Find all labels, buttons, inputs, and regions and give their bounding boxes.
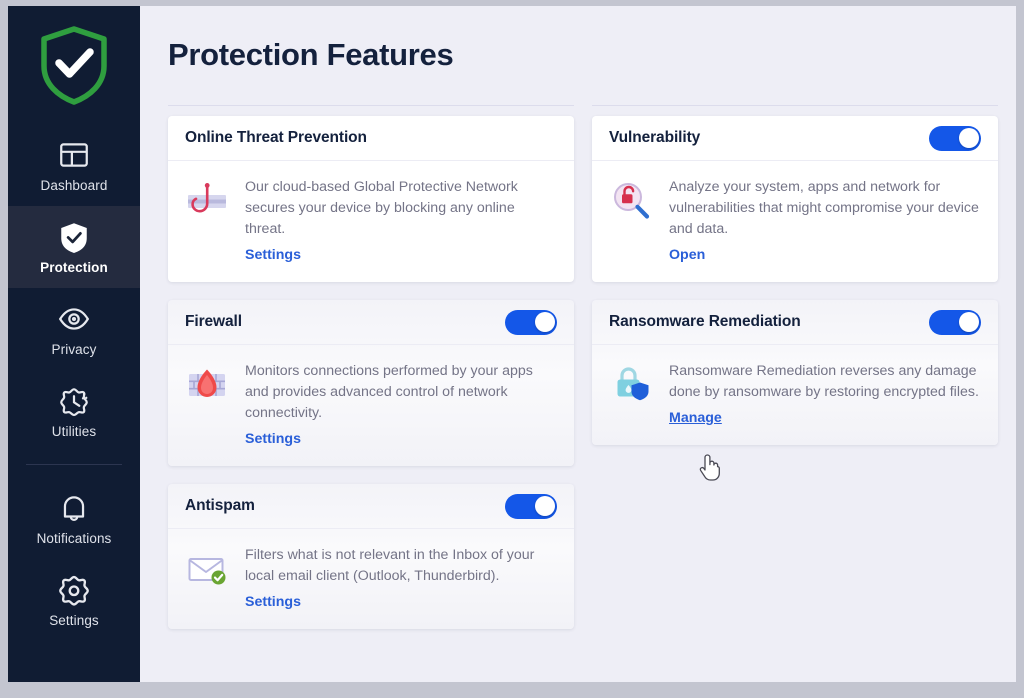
shield-check-icon <box>61 222 87 253</box>
toggle-knob <box>534 312 555 333</box>
feature-card-title: Online Threat Prevention <box>185 129 367 147</box>
feature-card-text: Monitors connections performed by your a… <box>245 361 557 448</box>
toggle-knob <box>958 312 979 333</box>
feature-action-link[interactable]: Settings <box>245 594 301 610</box>
brand-logo <box>8 6 140 124</box>
feature-card-text: Analyze your system, apps and network fo… <box>669 177 981 264</box>
eye-icon <box>58 308 90 330</box>
gear-clock-icon <box>60 387 88 416</box>
bell-icon <box>63 496 85 521</box>
main-content: Protection Features Online Threat Preven… <box>140 6 1016 682</box>
feature-description: Analyze your system, apps and network fo… <box>669 179 979 238</box>
column-rule <box>592 105 998 107</box>
application-window: Dashboard Protection Privacy Utilities N… <box>8 6 1016 682</box>
sidebar-item-label: Dashboard <box>40 177 108 193</box>
padlock-shield-icon <box>617 367 649 401</box>
feature-action-link[interactable]: Open <box>669 247 705 263</box>
feature-card-body: Our cloud-based Global Protective Networ… <box>168 161 574 282</box>
gear-icon <box>59 575 89 606</box>
feature-card-body: Filters what is not relevant in the Inbo… <box>168 529 574 629</box>
feature-toggle[interactable] <box>929 309 981 335</box>
feature-action-link[interactable]: Settings <box>245 431 301 447</box>
toggle-knob <box>534 496 555 517</box>
dashboard-layout-icon <box>60 143 88 167</box>
sidebar-item-privacy[interactable]: Privacy <box>8 288 140 370</box>
feature-card-header: Firewall <box>168 300 574 346</box>
feature-card-body: Analyze your system, apps and network fo… <box>592 161 998 282</box>
sidebar-item-protection[interactable]: Protection <box>8 206 140 288</box>
feature-toggle[interactable] <box>505 309 557 335</box>
feature-icon-wrapper <box>609 179 653 223</box>
feature-card: Ransomware Remediation Ransomware Remedi… <box>592 300 998 446</box>
sidebar-item-settings[interactable]: Settings <box>8 559 140 641</box>
column-rule <box>168 105 574 107</box>
feature-card-body: Ransomware Remediation reverses any dama… <box>592 345 998 445</box>
phishing-hook-icon <box>188 183 226 213</box>
feature-toggle[interactable] <box>505 493 557 519</box>
sidebar-item-notifications[interactable]: Notifications <box>8 477 140 559</box>
feature-description: Monitors connections performed by your a… <box>245 363 533 422</box>
feature-icon-wrapper <box>185 363 229 407</box>
feature-card-header: Vulnerability <box>592 116 998 162</box>
toggle-knob <box>958 128 979 149</box>
sidebar-divider <box>26 464 122 465</box>
feature-action-link[interactable]: Settings <box>245 247 301 263</box>
email-check-icon <box>188 558 226 585</box>
feature-card-grid: Online Threat Prevention Our cloud-based… <box>168 105 998 647</box>
sidebar-item-utilities[interactable]: Utilities <box>8 370 140 452</box>
sidebar-item-label: Utilities <box>51 423 97 439</box>
feature-card: Firewall Monitors connections performed … <box>168 300 574 467</box>
feature-card-body: Monitors connections performed by your a… <box>168 345 574 466</box>
feature-icon-wrapper <box>185 179 229 223</box>
feature-action-link[interactable]: Manage <box>669 410 722 426</box>
feature-card: Vulnerability Analyze your system, apps … <box>592 116 998 283</box>
sidebar-item-label: Notifications <box>36 530 112 546</box>
magnifier-unlocked-padlock-icon <box>614 183 650 219</box>
feature-card-title: Ransomware Remediation <box>609 313 801 331</box>
feature-card-text: Ransomware Remediation reverses any dama… <box>669 361 981 427</box>
sidebar-navigation: Dashboard Protection Privacy Utilities N… <box>8 6 140 682</box>
sidebar-item-label: Privacy <box>51 341 97 357</box>
feature-column-left: Online Threat Prevention Our cloud-based… <box>168 105 574 647</box>
feature-card-text: Filters what is not relevant in the Inbo… <box>245 545 557 611</box>
feature-card: Antispam Filters what is not relevant in… <box>168 484 574 630</box>
feature-card-header: Online Threat Prevention <box>168 116 574 162</box>
sidebar-item-label: Settings <box>49 612 99 628</box>
feature-toggle[interactable] <box>929 125 981 151</box>
shield-check-logo-icon <box>41 26 107 105</box>
feature-description: Ransomware Remediation reverses any dama… <box>669 363 979 401</box>
feature-card-title: Antispam <box>185 497 255 515</box>
feature-description: Filters what is not relevant in the Inbo… <box>245 547 535 585</box>
feature-card-header: Antispam <box>168 484 574 530</box>
feature-column-right: Vulnerability Analyze your system, apps … <box>592 105 998 647</box>
feature-card-title: Vulnerability <box>609 129 701 147</box>
feature-description: Our cloud-based Global Protective Networ… <box>245 179 518 238</box>
sidebar-item-dashboard[interactable]: Dashboard <box>8 124 140 206</box>
feature-card-header: Ransomware Remediation <box>592 300 998 346</box>
feature-card-text: Our cloud-based Global Protective Networ… <box>245 177 557 264</box>
sidebar-item-label: Protection <box>40 259 108 275</box>
feature-card-title: Firewall <box>185 313 242 331</box>
feature-icon-wrapper <box>609 363 653 407</box>
feature-card: Online Threat Prevention Our cloud-based… <box>168 116 574 283</box>
page-title: Protection Features <box>168 37 454 72</box>
feature-icon-wrapper <box>185 547 229 591</box>
firewall-brick-flame-icon <box>189 369 225 398</box>
